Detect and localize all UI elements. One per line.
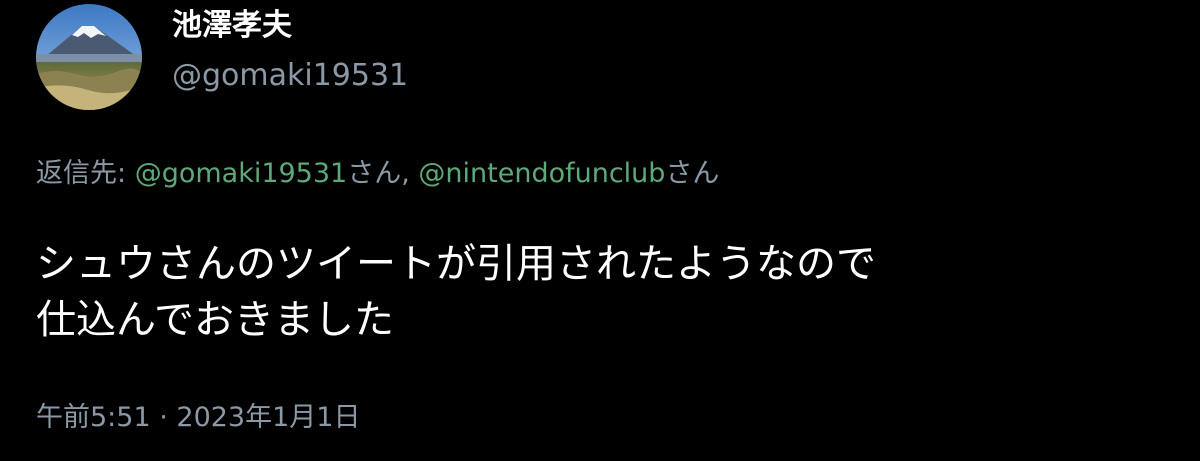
mention-suffix: さん (347, 158, 402, 189)
mount-fuji-landscape-avatar-icon (36, 4, 142, 110)
reply-to-line: 返信先: @gomaki19531さん, @nintendofunclubさん (36, 154, 719, 194)
author-display-name[interactable]: 池澤孝夫 (172, 6, 292, 46)
tweet-text: シュウさんのツイートが引用されたようなので 仕込んでおきました (36, 236, 1156, 348)
reply-mention-gomaki19531[interactable]: @gomaki19531 (135, 158, 348, 189)
reply-mention-nintendofunclub[interactable]: @nintendofunclub (418, 158, 665, 189)
mention-suffix: さん (665, 158, 720, 189)
timestamp-separator: · (150, 402, 177, 433)
author-handle[interactable]: @gomaki19531 (172, 56, 408, 96)
avatar[interactable] (36, 4, 142, 110)
tweet-date: 2023年1月1日 (176, 402, 361, 433)
tweet-detail: 池澤孝夫 @gomaki19531 返信先: @gomaki19531さん, @… (0, 0, 1200, 461)
tweet-timestamp[interactable]: 午前5:51 · 2023年1月1日 (36, 398, 360, 438)
tweet-text-line: シュウさんのツイートが引用されたようなので (36, 241, 876, 287)
tweet-time: 午前5:51 (36, 402, 151, 433)
mention-separator: , (401, 158, 419, 189)
reply-to-label: 返信先: (36, 158, 135, 189)
tweet-text-line: 仕込んでおきました (36, 297, 394, 343)
